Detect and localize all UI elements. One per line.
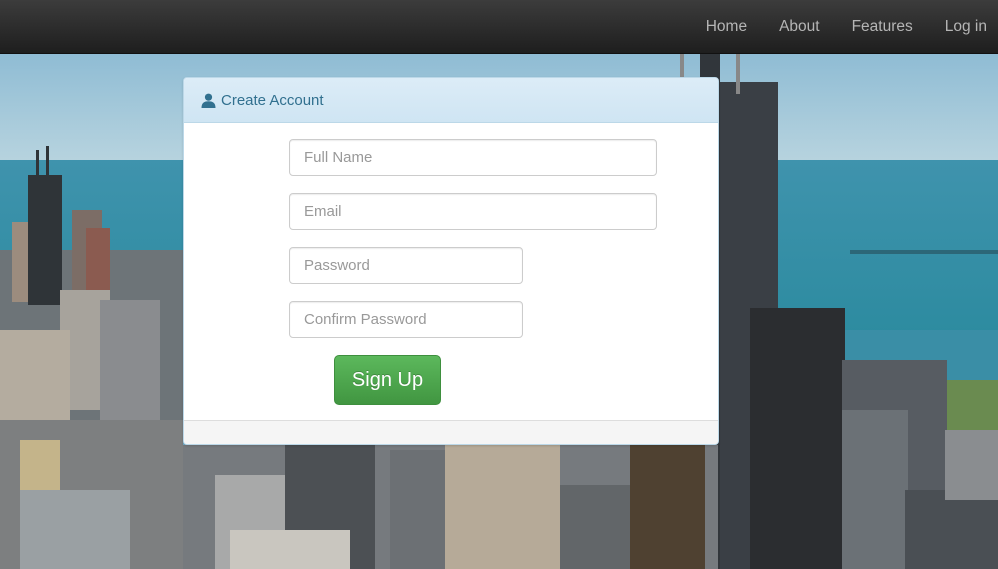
- panel-footer: [184, 420, 718, 444]
- nav-links: Home About Features Log in: [690, 0, 998, 54]
- confirm-password-input[interactable]: [289, 301, 523, 338]
- user-icon: [201, 93, 216, 108]
- sign-up-button[interactable]: Sign Up: [334, 355, 441, 405]
- email-input[interactable]: [289, 193, 657, 230]
- navbar: Home About Features Log in: [0, 0, 998, 54]
- nav-link-about[interactable]: About: [763, 0, 836, 54]
- nav-link-login[interactable]: Log in: [929, 0, 998, 54]
- full-name-input[interactable]: [289, 139, 657, 176]
- nav-link-features[interactable]: Features: [836, 0, 929, 54]
- password-input[interactable]: [289, 247, 523, 284]
- signup-form: Sign Up: [184, 123, 718, 421]
- panel-title: Create Account: [221, 91, 324, 109]
- panel-heading: Create Account: [184, 78, 718, 123]
- nav-link-home[interactable]: Home: [690, 0, 763, 54]
- create-account-panel: Create Account Sign Up: [183, 77, 719, 445]
